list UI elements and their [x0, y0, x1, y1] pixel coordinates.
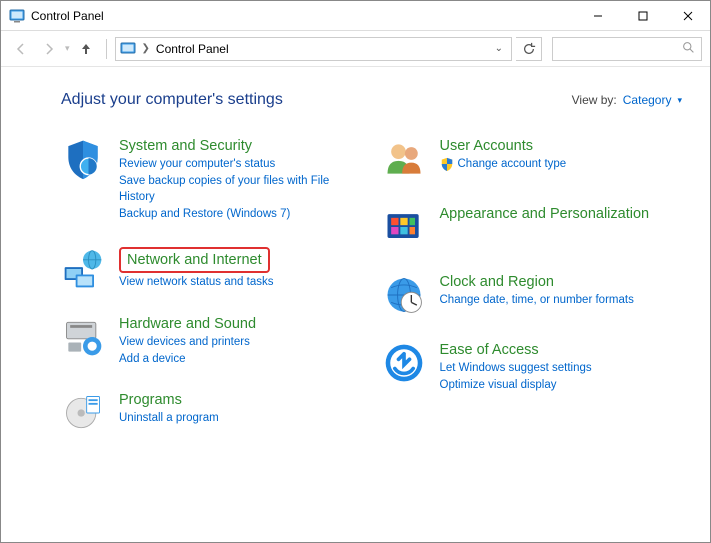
minimize-button[interactable] — [575, 1, 620, 30]
category-title[interactable]: Hardware and Sound — [119, 315, 256, 333]
category-clock-region: Clock and Region Change date, time, or n… — [382, 273, 683, 317]
chevron-down-icon: ▾ — [677, 95, 682, 106]
category-title[interactable]: Ease of Access — [440, 341, 592, 359]
category-programs: Programs Uninstall a program — [61, 391, 362, 435]
breadcrumb-current[interactable]: Control Panel — [156, 42, 229, 56]
category-title[interactable]: Programs — [119, 391, 219, 409]
sublink[interactable]: Uninstall a program — [119, 410, 219, 426]
forward-button[interactable] — [37, 37, 61, 61]
hardware-icon — [61, 315, 105, 359]
sublink[interactable]: Optimize visual display — [440, 377, 592, 393]
content-header: Adjust your computer's settings View by:… — [61, 91, 682, 109]
sublink[interactable]: Review your computer's status — [119, 156, 362, 172]
shield-icon — [61, 137, 105, 181]
page-title: Adjust your computer's settings — [61, 91, 283, 109]
category-hardware-sound: Hardware and Sound View devices and prin… — [61, 315, 362, 367]
close-button[interactable] — [665, 1, 710, 30]
highlight-box: Network and Internet — [119, 247, 270, 273]
programs-icon — [61, 391, 105, 435]
category-ease-of-access: Ease of Access Let Windows suggest setti… — [382, 341, 683, 393]
separator — [106, 39, 107, 59]
sublink[interactable]: Let Windows suggest settings — [440, 360, 592, 376]
view-by-label: View by: — [572, 93, 617, 107]
search-input[interactable] — [552, 37, 702, 61]
view-by-value: Category — [623, 93, 672, 107]
address-dropdown-icon[interactable]: ⌄ — [491, 43, 507, 54]
category-title[interactable]: Appearance and Personalization — [440, 205, 650, 223]
sublink[interactable]: Save backup copies of your files with Fi… — [119, 173, 362, 205]
control-panel-icon — [120, 41, 136, 57]
category-system-security: System and Security Review your computer… — [61, 137, 362, 223]
chevron-right-icon[interactable]: ❯ — [142, 43, 150, 54]
category-title[interactable]: System and Security — [119, 137, 362, 155]
clock-icon — [382, 273, 426, 317]
category-appearance: Appearance and Personalization — [382, 205, 683, 249]
window-title: Control Panel — [31, 9, 104, 23]
sublink[interactable]: Backup and Restore (Windows 7) — [119, 206, 362, 222]
category-title[interactable]: User Accounts — [440, 137, 567, 155]
control-panel-icon — [9, 8, 25, 24]
address-bar[interactable]: ❯ Control Panel ⌄ — [115, 37, 512, 61]
titlebar: Control Panel — [1, 1, 710, 31]
category-network-internet: Network and Internet View network status… — [61, 247, 362, 291]
view-by-control[interactable]: View by: Category ▾ — [572, 93, 682, 107]
sublink[interactable]: Change account type — [458, 156, 567, 172]
navbar: ▾ ❯ Control Panel ⌄ — [1, 31, 710, 67]
network-icon — [61, 247, 105, 291]
sublink[interactable]: View network status and tasks — [119, 274, 273, 290]
maximize-button[interactable] — [620, 1, 665, 30]
left-column: System and Security Review your computer… — [61, 137, 362, 435]
search-icon — [682, 41, 695, 57]
user-accounts-icon — [382, 137, 426, 181]
appearance-icon — [382, 205, 426, 249]
back-button[interactable] — [9, 37, 33, 61]
uac-shield-icon — [440, 157, 454, 171]
category-user-accounts: User Accounts Change account type — [382, 137, 683, 181]
ease-of-access-icon — [382, 341, 426, 385]
refresh-button[interactable] — [516, 37, 542, 61]
category-title[interactable]: Network and Internet — [127, 252, 262, 268]
recent-dropdown-icon[interactable]: ▾ — [65, 43, 70, 54]
right-column: User Accounts Change account type — [382, 137, 683, 435]
control-panel-window: Control Panel ▾ — [0, 0, 711, 543]
sublink[interactable]: Add a device — [119, 351, 256, 367]
sublink[interactable]: View devices and printers — [119, 334, 256, 350]
content-area: Adjust your computer's settings View by:… — [1, 67, 710, 542]
sublink[interactable]: Change date, time, or number formats — [440, 292, 634, 308]
category-title[interactable]: Clock and Region — [440, 273, 634, 291]
up-button[interactable] — [74, 37, 98, 61]
